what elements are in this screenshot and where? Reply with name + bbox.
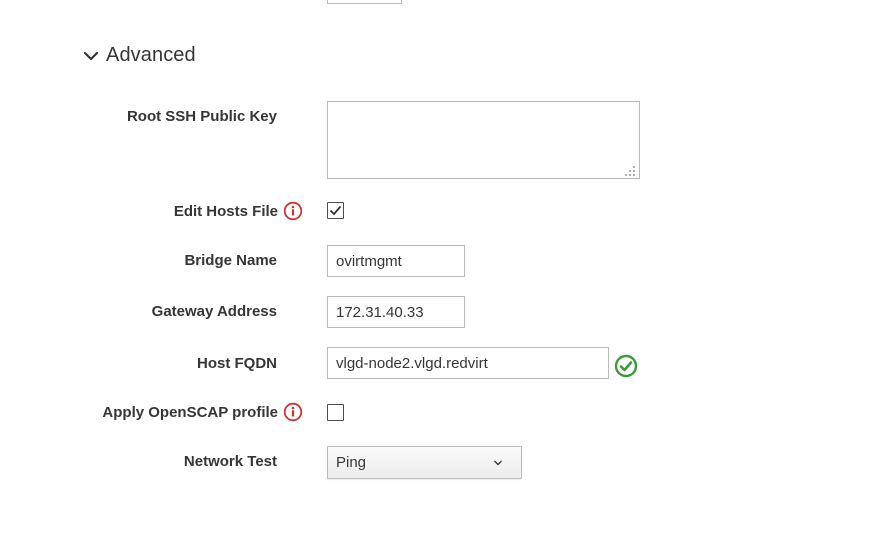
edit-hosts-file-label: Edit Hosts File [173,202,278,220]
resize-grip-icon[interactable] [624,164,636,176]
hosted-engine-advanced-form: Advanced Root SSH Public Key Edit Hosts … [0,0,889,540]
host-fqdn-input[interactable] [327,347,609,379]
check-circle-icon [614,354,638,378]
caret-down-icon [493,454,503,471]
checkmark-icon [329,205,342,216]
network-test-selected-value: Ping [336,454,367,471]
gateway-address-label: Gateway Address [151,303,277,320]
chevron-down-icon [82,47,100,65]
network-test-select[interactable]: Ping [327,446,522,479]
bridge-name-input[interactable] [327,245,465,277]
bridge-name-label: Bridge Name [184,252,277,269]
apply-openscap-label-group: Apply OpenSCAP profile [102,402,303,422]
root-ssh-key-label: Root SSH Public Key [126,108,277,125]
advanced-section-toggle[interactable]: Advanced [82,44,196,67]
section-title: Advanced [106,44,196,66]
root-ssh-key-textarea[interactable] [327,101,640,179]
edit-hosts-file-label-group: Edit Hosts File [174,201,303,221]
info-icon[interactable] [283,201,303,221]
previous-field-partial[interactable] [327,0,402,4]
edit-hosts-file-checkbox[interactable] [327,202,344,219]
network-test-label: Network Test [183,453,277,470]
info-icon[interactable] [283,402,303,422]
apply-openscap-label: Apply OpenSCAP profile [102,403,278,421]
gateway-address-input[interactable] [327,296,465,328]
apply-openscap-checkbox[interactable] [327,404,344,421]
host-fqdn-label: Host FQDN [197,355,277,372]
